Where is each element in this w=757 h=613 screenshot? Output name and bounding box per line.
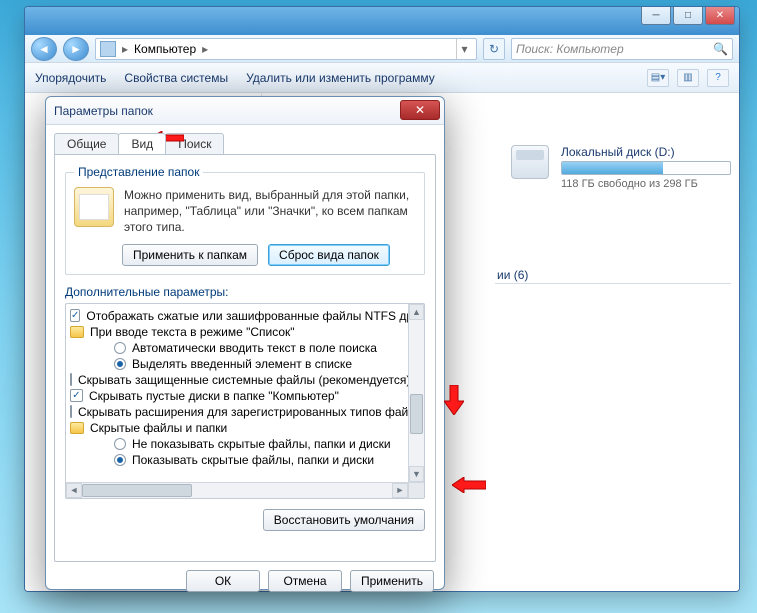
dialog-close-button[interactable]: ✕ bbox=[400, 100, 440, 120]
drive-item[interactable]: Локальный диск (D:) 118 ГБ свободно из 2… bbox=[511, 145, 731, 190]
close-button[interactable]: ✕ bbox=[705, 7, 735, 25]
tree-node-label: При вводе текста в режиме "Список" bbox=[90, 325, 295, 339]
address-field[interactable]: ▸ Компьютер ▸ ▾ bbox=[95, 38, 477, 60]
annotation-arrow-scroll-down bbox=[444, 385, 464, 415]
search-placeholder: Поиск: Компьютер bbox=[516, 42, 624, 56]
tree-node-label: Скрывать защищенные системные файлы (рек… bbox=[78, 373, 408, 387]
ok-button[interactable]: ОК bbox=[186, 570, 260, 592]
tree-node[interactable]: Показывать скрытые файлы, папки и диски bbox=[68, 452, 406, 468]
tree-node[interactable]: При вводе текста в режиме "Список" bbox=[68, 324, 406, 340]
tab-general[interactable]: Общие bbox=[54, 133, 119, 154]
cmd-properties[interactable]: Свойства системы bbox=[124, 71, 228, 85]
tree-node[interactable]: Не показывать скрытые файлы, папки и дис… bbox=[68, 436, 406, 452]
device-group-header[interactable]: ии (6) bbox=[497, 268, 528, 282]
tree-node-label: Скрывать пустые диски в папке "Компьютер… bbox=[89, 389, 339, 403]
folder-options-dialog: Параметры папок ✕ Общие Вид Поиск Предст… bbox=[45, 96, 445, 590]
help-button[interactable]: ? bbox=[707, 69, 729, 87]
chevron-right-icon[interactable]: ▸ bbox=[200, 42, 210, 56]
nav-forward-button[interactable]: ► bbox=[63, 37, 89, 61]
advanced-settings-tree: ✓ Отображать сжатые или зашифрованные фай… bbox=[65, 303, 425, 499]
cmd-uninstall[interactable]: Удалить или изменить программу bbox=[246, 71, 435, 85]
tree-node-label: Показывать скрытые файлы, папки и диски bbox=[132, 453, 374, 467]
cancel-button[interactable]: Отмена bbox=[268, 570, 342, 592]
checkbox[interactable]: ✓ bbox=[70, 389, 83, 402]
group-divider bbox=[495, 283, 731, 284]
minimize-button[interactable]: ─ bbox=[641, 7, 671, 25]
vertical-scroll-thumb[interactable] bbox=[410, 394, 423, 434]
tab-view[interactable]: Вид bbox=[118, 133, 166, 154]
reset-folders-button[interactable]: Сброс вида папок bbox=[268, 244, 390, 266]
tree-node[interactable]: ✓ Отображать сжатые или зашифрованные фай… bbox=[68, 308, 406, 324]
scroll-up-button[interactable]: ▲ bbox=[409, 304, 424, 320]
tab-view-panel: Представление папок Можно применить вид,… bbox=[54, 154, 436, 562]
tree-node-label: Не показывать скрытые файлы, папки и дис… bbox=[132, 437, 391, 451]
restore-defaults-button[interactable]: Восстановить умолчания bbox=[263, 509, 425, 531]
scroll-corner bbox=[408, 482, 424, 498]
tree-node-label: Скрывать расширения для зарегистрированн… bbox=[78, 405, 408, 419]
horizontal-scrollbar[interactable]: ◄ ► bbox=[66, 482, 408, 498]
dialog-titlebar[interactable]: Параметры папок ✕ bbox=[46, 97, 444, 125]
apply-to-folders-button[interactable]: Применить к папкам bbox=[122, 244, 258, 266]
tree-node-label: Автоматически вводить текст в поле поиск… bbox=[132, 341, 377, 355]
horizontal-scroll-thumb[interactable] bbox=[82, 484, 192, 497]
tree-node-label: Отображать сжатые или зашифрованные файл… bbox=[86, 309, 408, 323]
tree-viewport[interactable]: ✓ Отображать сжатые или зашифрованные фай… bbox=[66, 304, 408, 482]
search-icon: 🔍 bbox=[713, 42, 728, 56]
address-bar: ◄ ► ▸ Компьютер ▸ ▾ ↻ Поиск: Компьютер 🔍 bbox=[25, 35, 739, 63]
tree-node[interactable]: Скрывать защищенные системные файлы (рек… bbox=[68, 372, 406, 388]
maximize-button[interactable]: □ bbox=[673, 7, 703, 25]
scroll-left-button[interactable]: ◄ bbox=[66, 483, 82, 498]
folders-icon bbox=[74, 187, 114, 227]
cmd-organize[interactable]: Упорядочить bbox=[35, 71, 106, 85]
folder-views-group: Представление папок Можно применить вид,… bbox=[65, 165, 425, 275]
folder-icon bbox=[70, 422, 84, 434]
tree-node[interactable]: Автоматически вводить текст в поле поиск… bbox=[68, 340, 406, 356]
folder-views-text: Можно применить вид, выбранный для этой … bbox=[124, 187, 416, 236]
tree-node[interactable]: Выделять введенный элемент в списке bbox=[68, 356, 406, 372]
apply-button[interactable]: Применить bbox=[350, 570, 434, 592]
view-options-button[interactable]: ▤▾ bbox=[647, 69, 669, 87]
command-bar: Упорядочить Свойства системы Удалить или… bbox=[25, 63, 739, 93]
explorer-titlebar[interactable]: ─ □ ✕ bbox=[25, 7, 739, 35]
tree-node[interactable]: Скрывать расширения для зарегистрированн… bbox=[68, 404, 406, 420]
drive-free-text: 118 ГБ свободно из 298 ГБ bbox=[561, 178, 731, 190]
advanced-settings-label: Дополнительные параметры: bbox=[65, 285, 425, 299]
dialog-title-text: Параметры папок bbox=[54, 104, 153, 118]
chevron-right-icon[interactable]: ▸ bbox=[120, 42, 130, 56]
refresh-button[interactable]: ↻ bbox=[483, 38, 505, 60]
address-dropdown[interactable]: ▾ bbox=[456, 39, 472, 59]
capacity-fill bbox=[562, 162, 663, 174]
search-box[interactable]: Поиск: Компьютер 🔍 bbox=[511, 38, 733, 60]
radio-button[interactable] bbox=[114, 454, 126, 466]
tree-node-label: Скрытые файлы и папки bbox=[90, 421, 227, 435]
preview-pane-button[interactable]: ▥ bbox=[677, 69, 699, 87]
checkbox[interactable]: ✓ bbox=[70, 309, 80, 322]
dialog-tabs: Общие Вид Поиск bbox=[54, 133, 436, 154]
dialog-button-row: ОК Отмена Применить bbox=[46, 570, 444, 602]
tree-node[interactable]: Скрытые файлы и папки bbox=[68, 420, 406, 436]
tree-node[interactable]: ✓ Скрывать пустые диски в папке "Компьюте… bbox=[68, 388, 406, 404]
tree-node-label: Выделять введенный элемент в списке bbox=[132, 357, 352, 371]
computer-icon bbox=[100, 41, 116, 57]
annotation-arrow-option bbox=[452, 477, 486, 493]
drive-name: Локальный диск (D:) bbox=[561, 145, 731, 159]
breadcrumb-item[interactable]: Компьютер bbox=[134, 42, 196, 56]
hard-drive-icon bbox=[511, 145, 549, 179]
capacity-bar bbox=[561, 161, 731, 175]
radio-button[interactable] bbox=[114, 438, 126, 450]
folder-views-legend: Представление папок bbox=[74, 165, 203, 179]
checkbox[interactable] bbox=[70, 373, 72, 386]
scroll-down-button[interactable]: ▼ bbox=[409, 466, 424, 482]
folder-icon bbox=[70, 326, 84, 338]
radio-button[interactable] bbox=[114, 358, 126, 370]
nav-back-button[interactable]: ◄ bbox=[31, 37, 57, 61]
vertical-scrollbar[interactable]: ▲ ▼ bbox=[408, 304, 424, 482]
scroll-right-button[interactable]: ► bbox=[392, 483, 408, 498]
checkbox[interactable] bbox=[70, 405, 72, 418]
radio-button[interactable] bbox=[114, 342, 126, 354]
